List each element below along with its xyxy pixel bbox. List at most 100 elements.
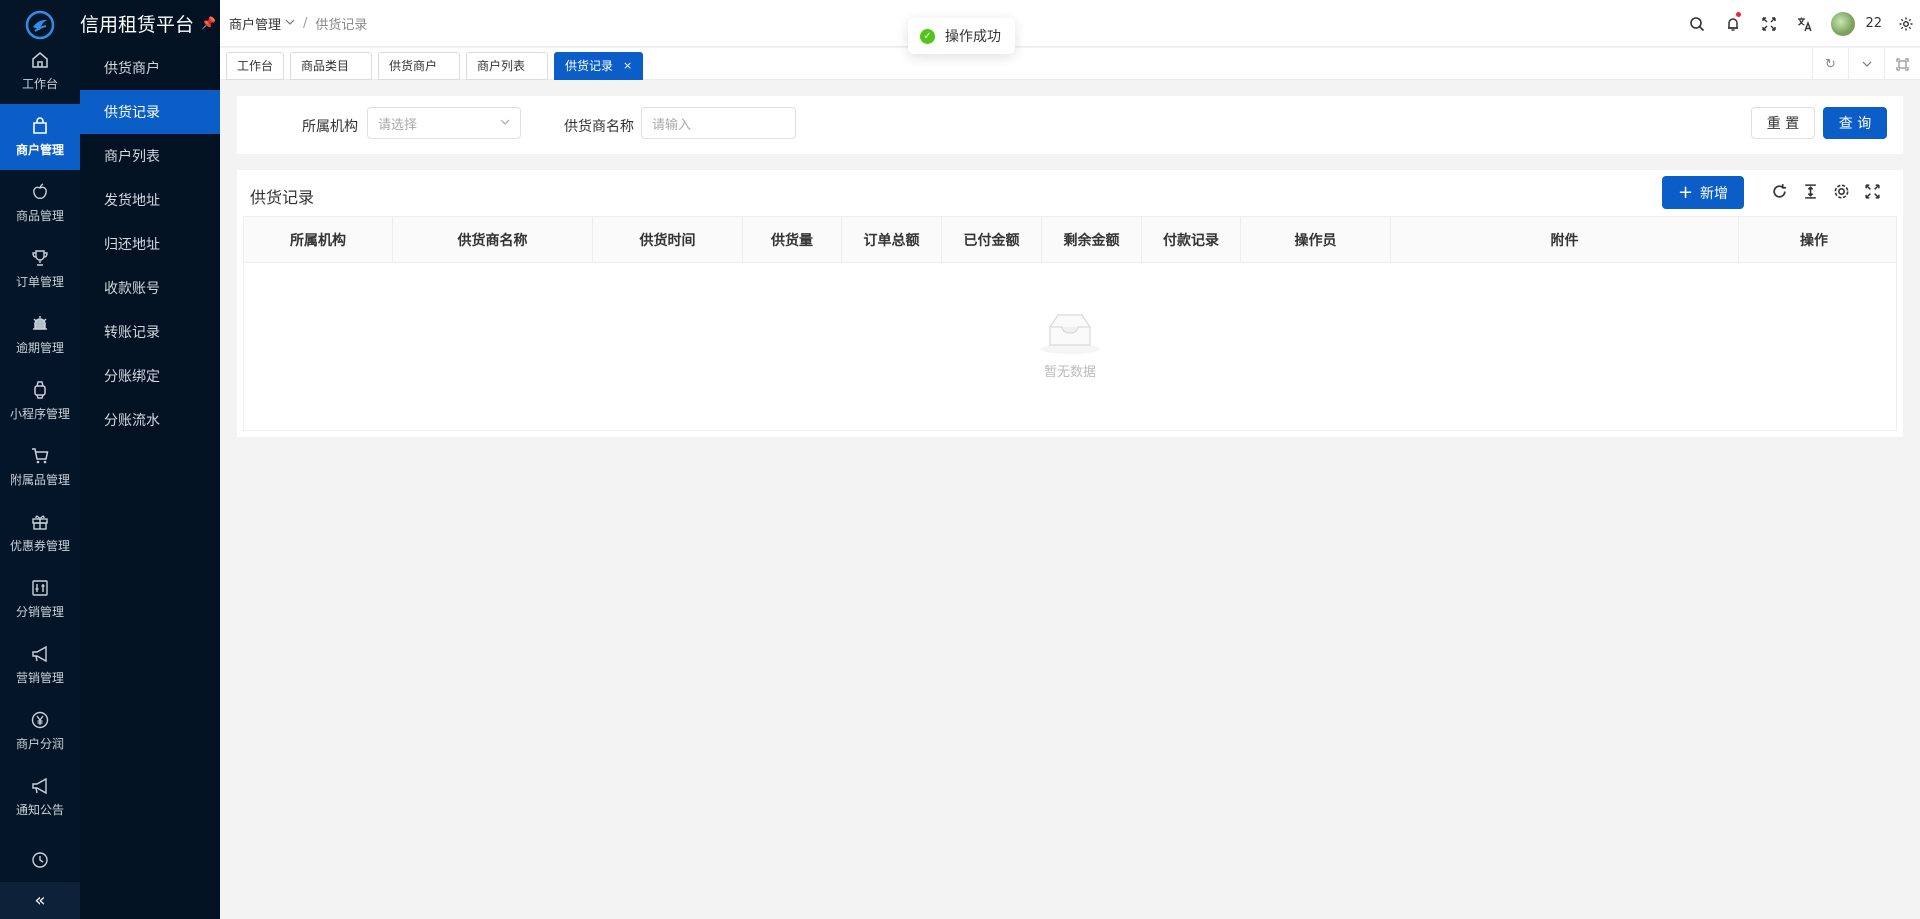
rail-item-4[interactable]: 逾期管理: [0, 302, 80, 368]
close-tab-icon[interactable]: ×: [623, 59, 632, 72]
fullscreen-icon[interactable]: [1751, 0, 1787, 47]
submenu-item-4[interactable]: 归还地址: [80, 222, 220, 266]
rail-item-8[interactable]: 分销管理: [0, 566, 80, 632]
sliders-icon: [32, 579, 48, 596]
rail-item-9[interactable]: 营销管理: [0, 632, 80, 698]
empty-state: 暂无数据: [244, 263, 1896, 430]
column-header: 供货时间: [593, 217, 743, 262]
rail-item-0[interactable]: 工作台: [0, 38, 80, 104]
submenu-item-1[interactable]: 供货记录: [80, 90, 220, 134]
chevron-down-icon: [500, 116, 510, 131]
column-header: 已付金额: [942, 217, 1042, 262]
reset-button[interactable]: 重 置: [1751, 107, 1815, 139]
submenu-item-0[interactable]: 供货商户: [80, 46, 220, 90]
submenu-item-5[interactable]: 收款账号: [80, 266, 220, 310]
query-button[interactable]: 查 询: [1823, 107, 1887, 139]
refresh-tab-icon[interactable]: ↻: [1812, 48, 1848, 80]
search-icon[interactable]: [1679, 0, 1715, 47]
submenu-item-3[interactable]: 发货地址: [80, 178, 220, 222]
cart-icon: [32, 447, 49, 463]
add-button[interactable]: + 新增: [1662, 176, 1744, 209]
empty-text: 暂无数据: [1043, 365, 1096, 380]
breadcrumb-current: 供货记录: [315, 17, 368, 33]
tab-2[interactable]: 供货商户: [378, 51, 461, 80]
yen-icon: [31, 711, 49, 728]
tab-4[interactable]: 供货记录 ×: [554, 51, 644, 80]
tab-label: 商户列表: [477, 59, 526, 73]
translate-icon[interactable]: [1787, 0, 1823, 47]
supplier-name-placeholder: 请输入: [652, 117, 692, 133]
rail-item-7[interactable]: 优惠券管理: [0, 500, 80, 566]
announce-icon: [32, 777, 47, 794]
trophy-icon: [32, 249, 48, 266]
avatar[interactable]: [1831, 11, 1856, 36]
collapse-sidebar-button[interactable]: «: [0, 882, 80, 919]
table-tools: [1764, 180, 1888, 202]
rail-item-3[interactable]: 订单管理: [0, 236, 80, 302]
plus-icon: +: [1677, 181, 1694, 203]
submenu-item-7[interactable]: 分账绑定: [80, 354, 220, 398]
alarm-icon: [33, 315, 47, 330]
apple-icon: [33, 182, 47, 199]
rail-item-12[interactable]: [0, 830, 80, 882]
submenu: 信用租赁平台 📌 供货商户 供货记录 商户列表 发货地址 归还地址 收款账号 转账记录 分账绑…: [80, 0, 220, 919]
bell-icon[interactable]: [1715, 0, 1751, 47]
rail-item-label: 优惠券管理: [9, 538, 70, 553]
column-header: 付款记录: [1142, 217, 1241, 262]
tab-3[interactable]: 商户列表: [466, 51, 549, 80]
page-tabs: 工作台 商品类目 供货商户 商户列表 供货记录 × ↻: [220, 48, 1920, 80]
submenu-item-6[interactable]: 转账记录: [80, 310, 220, 354]
rail-item-6[interactable]: 附属品管理: [0, 434, 80, 500]
submenu-item-2[interactable]: 商户列表: [80, 134, 220, 178]
rail-item-11[interactable]: 通知公告: [0, 764, 80, 830]
rail-item-1[interactable]: 商户管理: [0, 104, 80, 170]
top-header: 商户管理 / 供货记录 22: [220, 0, 1920, 47]
tab-label: 供货商户: [389, 59, 438, 73]
tab-0[interactable]: 工作台: [226, 51, 285, 80]
chevron-down-icon[interactable]: [285, 16, 295, 31]
submenu-item-8[interactable]: 分账流水: [80, 398, 220, 442]
org-select[interactable]: 请选择: [367, 107, 521, 139]
tab-1[interactable]: 商品类目: [290, 51, 373, 80]
rail-item-label: 通知公告: [15, 802, 64, 817]
tab-menu-chevron-icon[interactable]: [1848, 48, 1884, 80]
header-actions: 22: [1679, 0, 1920, 47]
rail-item-label: 商户分润: [15, 736, 64, 751]
home-icon: [32, 51, 48, 68]
records-table: 所属机构 供货商名称 供货时间 供货量 订单总额 已付金额 剩余金额 付款记录 操作员 附件 操作 …: [243, 216, 1897, 431]
rail-item-2[interactable]: 商品管理: [0, 170, 80, 236]
success-toast: ✓ 操作成功: [908, 18, 1015, 54]
brand-bar: 信用租赁平台 📌: [80, 0, 220, 46]
column-header: 订单总额: [842, 217, 942, 262]
rail-item-label: 商品管理: [15, 208, 64, 223]
reload-icon[interactable]: [1764, 180, 1795, 202]
column-header: 操作员: [1241, 217, 1391, 262]
column-header: 所属机构: [244, 217, 393, 262]
column-height-icon[interactable]: [1795, 180, 1826, 202]
rail-item-label: 工作台: [21, 76, 58, 91]
tab-label: 商品类目: [301, 59, 350, 73]
fullscreen-table-icon[interactable]: [1857, 180, 1888, 202]
breadcrumb-separator: /: [303, 15, 308, 31]
brand-name: 信用租赁平台: [80, 13, 195, 36]
maximize-content-icon[interactable]: [1884, 48, 1920, 80]
check-circle-icon: ✓: [920, 28, 935, 44]
rail-item-label: 小程序管理: [9, 406, 70, 421]
supplier-name-input[interactable]: 请输入: [641, 107, 796, 139]
breadcrumb-parent[interactable]: 商户管理: [229, 14, 281, 33]
rail-item-label: 营销管理: [15, 670, 64, 685]
rail-item-10[interactable]: 商户分润: [0, 698, 80, 764]
column-header: 供货量: [743, 217, 842, 262]
rail-item-label: 分销管理: [15, 604, 64, 619]
rail-item-5[interactable]: 小程序管理: [0, 368, 80, 434]
breadcrumb: 商户管理 / 供货记录: [229, 14, 367, 33]
column-header: 附件: [1391, 217, 1739, 262]
settings-gear-icon[interactable]: [1892, 0, 1920, 47]
watch-icon: [34, 380, 46, 399]
column-settings-icon[interactable]: [1826, 180, 1857, 202]
icon-rail: 工作台商户管理商品管理订单管理 逾期管理小程序管理附属品管理优惠券管理分销管理营销…: [0, 0, 80, 919]
double-chevron-left-icon: «: [34, 890, 46, 911]
add-button-label: 新增: [1700, 185, 1729, 202]
user-name[interactable]: 22: [1865, 16, 1882, 31]
pin-icon[interactable]: 📌: [201, 16, 216, 30]
